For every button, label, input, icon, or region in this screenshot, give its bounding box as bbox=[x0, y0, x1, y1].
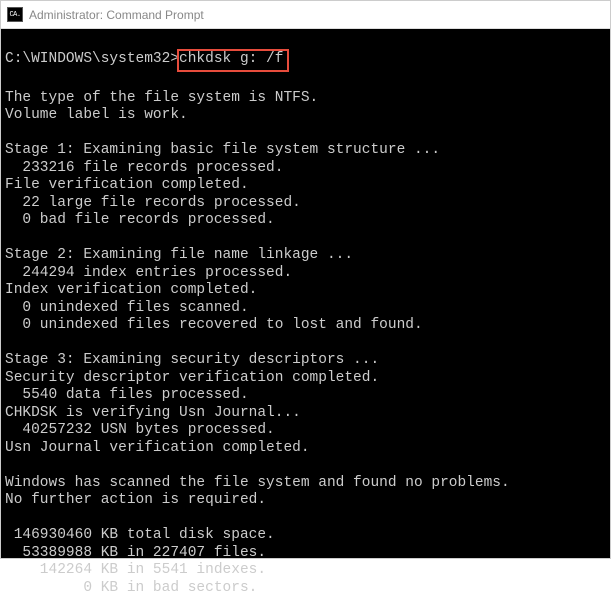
output-line: CHKDSK is verifying Usn Journal... bbox=[5, 405, 301, 421]
output-line: Stage 1: Examining basic file system str… bbox=[5, 142, 440, 158]
terminal-output[interactable]: C:\WINDOWS\system32>chkdsk g: /f The typ… bbox=[1, 29, 610, 599]
output-line: Index verification completed. bbox=[5, 282, 257, 298]
output-line: Security descriptor verification complet… bbox=[5, 370, 379, 386]
window-title: Administrator: Command Prompt bbox=[29, 8, 204, 22]
output-line: 22 large file records processed. bbox=[5, 195, 301, 211]
command-highlight: chkdsk g: /f bbox=[177, 49, 289, 73]
output-line: 244294 index entries processed. bbox=[5, 265, 292, 281]
output-line: 146930460 KB total disk space. bbox=[5, 527, 275, 543]
output-line: Windows has scanned the file system and … bbox=[5, 475, 510, 491]
output-line: Stage 2: Examining file name linkage ... bbox=[5, 247, 353, 263]
cmd-icon: CA. bbox=[7, 7, 23, 22]
output-line: File verification completed. bbox=[5, 177, 249, 193]
output-line: Stage 3: Examining security descriptors … bbox=[5, 352, 379, 368]
output-line: 5540 data files processed. bbox=[5, 387, 249, 403]
titlebar[interactable]: CA. Administrator: Command Prompt bbox=[1, 1, 610, 29]
prompt-line: C:\WINDOWS\system32>chkdsk g: /f bbox=[5, 49, 606, 73]
output-line: 142264 KB in 5541 indexes. bbox=[5, 562, 266, 578]
output-line: Usn Journal verification completed. bbox=[5, 440, 310, 456]
command-text: chkdsk g: /f bbox=[179, 51, 283, 67]
output-line: 233216 file records processed. bbox=[5, 160, 283, 176]
command-prompt-window: CA. Administrator: Command Prompt C:\WIN… bbox=[0, 0, 611, 559]
output-line: 0 bad file records processed. bbox=[5, 212, 275, 228]
output-line: 0 unindexed files recovered to lost and … bbox=[5, 317, 423, 333]
output-line: 0 KB in bad sectors. bbox=[5, 580, 257, 596]
prompt-path: C:\WINDOWS\system32> bbox=[5, 51, 179, 69]
output-line: The type of the file system is NTFS. bbox=[5, 90, 318, 106]
output-line: 53389988 KB in 227407 files. bbox=[5, 545, 266, 561]
cmd-icon-text: CA. bbox=[9, 11, 20, 19]
output-line: 0 unindexed files scanned. bbox=[5, 300, 249, 316]
output-line: No further action is required. bbox=[5, 492, 266, 508]
output-line: 40257232 USN bytes processed. bbox=[5, 422, 275, 438]
output-line: Volume label is work. bbox=[5, 107, 188, 123]
